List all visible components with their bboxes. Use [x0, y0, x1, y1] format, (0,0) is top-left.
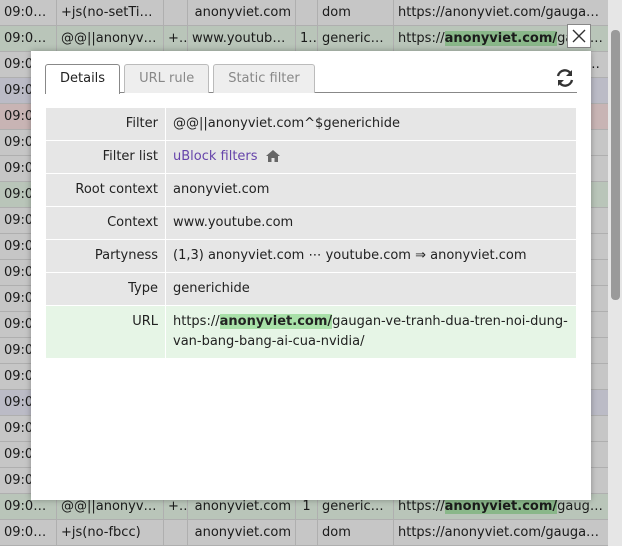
refresh-button[interactable]	[553, 66, 577, 90]
details-table: Filter @@||anonyviet.com^$generichide Fi…	[45, 107, 577, 359]
root-context-label: Root context	[45, 173, 166, 207]
filter-details-dialog: Details URL rule Static filter Filter @@…	[31, 51, 591, 500]
filter-label: Filter	[45, 107, 166, 141]
filter-list-label: Filter list	[45, 140, 166, 174]
partyness-value: (1,3) anonyviet.com ⋯ youtube.com ⇒ anon…	[165, 239, 577, 273]
tab-url-rule[interactable]: URL rule	[124, 64, 210, 93]
type-label: Type	[45, 272, 166, 306]
tab-static-filter[interactable]: Static filter	[213, 64, 315, 93]
dialog-tabs: Details URL rule Static filter	[45, 64, 577, 94]
context-value: www.youtube.com	[165, 206, 577, 240]
row-filter: Filter @@||anonyviet.com^$generichide	[45, 107, 577, 141]
row-root-context: Root context anonyviet.com	[45, 173, 577, 207]
filter-value: @@||anonyviet.com^$generichide	[165, 107, 577, 141]
row-context: Context www.youtube.com	[45, 206, 577, 240]
row-partyness: Partyness (1,3) anonyviet.com ⋯ youtube.…	[45, 239, 577, 273]
context-label: Context	[45, 206, 166, 240]
row-filter-list: Filter list uBlock filters	[45, 140, 577, 174]
type-value: generichide	[165, 272, 577, 306]
close-button[interactable]	[567, 24, 591, 48]
home-icon[interactable]	[265, 150, 280, 162]
filter-list-cell: uBlock filters	[165, 140, 577, 174]
partyness-label: Partyness	[45, 239, 166, 273]
url-highlight: anonyviet.com/	[219, 314, 333, 329]
url-value: https://anonyviet.com/gaugan-ve-tranh-du…	[165, 305, 577, 359]
filter-list-link[interactable]: uBlock filters	[173, 149, 258, 164]
close-icon	[572, 29, 586, 43]
row-type: Type generichide	[45, 272, 577, 306]
root-context-value: anonyviet.com	[165, 173, 577, 207]
url-label: URL	[45, 305, 166, 359]
refresh-icon	[556, 69, 574, 87]
url-prefix: https://	[173, 314, 220, 329]
tab-details[interactable]: Details	[45, 64, 121, 94]
logger-scrollbar-thumb[interactable]	[611, 30, 620, 300]
row-url: URL https://anonyviet.com/gaugan-ve-tran…	[45, 305, 577, 359]
